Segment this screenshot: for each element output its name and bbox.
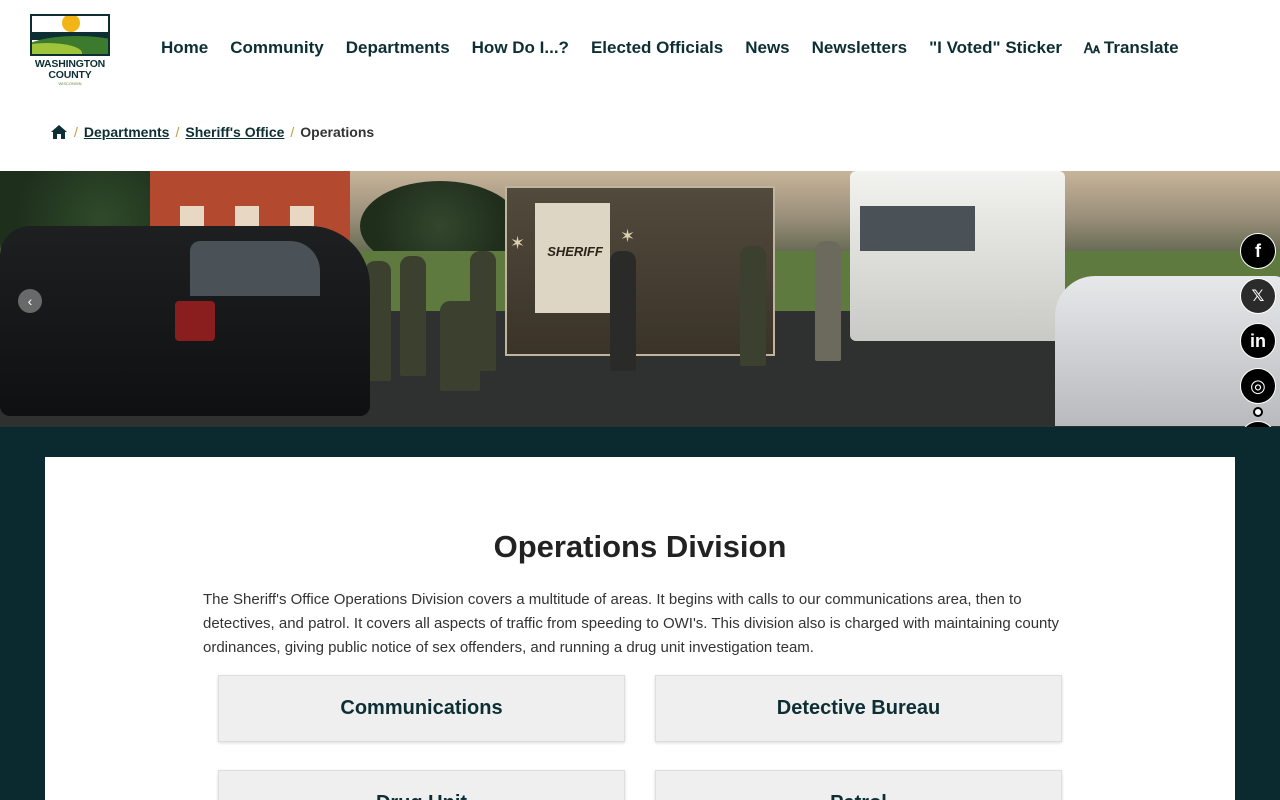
breadcrumb-separator: / [175, 124, 180, 140]
card-communications[interactable]: Communications [218, 675, 625, 742]
breadcrumb-sheriffs-office[interactable]: Sheriff's Office [185, 124, 284, 140]
page-title: Operations Division [493, 529, 787, 564]
nav-departments[interactable]: Departments [335, 38, 461, 58]
nav-community[interactable]: Community [219, 38, 335, 58]
card-patrol[interactable]: Patrol [655, 770, 1062, 800]
breadcrumb-departments[interactable]: Departments [84, 124, 170, 140]
breadcrumb-separator: / [290, 124, 295, 140]
nav-news[interactable]: News [734, 38, 800, 58]
x-icon[interactable]: 𝕏 [1240, 278, 1276, 314]
county-logo[interactable]: WASHINGTON COUNTY WISCONSIN [30, 14, 110, 86]
instagram-icon[interactable]: ◎ [1240, 368, 1276, 404]
breadcrumb: / Departments / Sheriff's Office / Opera… [50, 124, 374, 140]
site-header: WASHINGTON COUNTY WISCONSIN Home Communi… [0, 0, 1280, 100]
nav-elected-officials[interactable]: Elected Officials [580, 38, 734, 58]
main-nav: Home Community Departments How Do I...? … [150, 38, 1190, 58]
nav-i-voted-sticker[interactable]: "I Voted" Sticker [918, 38, 1073, 58]
card-detective-bureau[interactable]: Detective Bureau [655, 675, 1062, 742]
home-icon[interactable] [50, 124, 68, 140]
main-content: Operations Division The Sheriff's Office… [45, 457, 1235, 800]
logo-subtitle: WISCONSIN [58, 81, 82, 86]
breadcrumb-current: Operations [300, 124, 375, 140]
nav-translate[interactable]: 🗛 Translate [1073, 38, 1190, 58]
facebook-icon[interactable]: f [1240, 233, 1276, 269]
nav-translate-label: Translate [1103, 38, 1179, 57]
nav-how-do-i[interactable]: How Do I...? [461, 38, 580, 58]
chevron-left-icon: ‹ [27, 293, 33, 309]
intro-paragraph: The Sheriff's Office Operations Division… [203, 591, 1060, 656]
linkedin-icon[interactable]: in [1240, 323, 1276, 359]
carousel-prev-button[interactable]: ‹ [18, 289, 42, 313]
truck-sheriff-label: SHERIFF [547, 244, 603, 259]
hero-image: SHERIFF ✶ ✶ ‹ [0, 171, 1280, 427]
logo-mark-icon [30, 14, 110, 56]
logo-name: WASHINGTON COUNTY [34, 58, 106, 81]
nav-newsletters[interactable]: Newsletters [801, 38, 918, 58]
nav-home[interactable]: Home [150, 38, 219, 58]
breadcrumb-separator: / [74, 124, 78, 140]
translate-icon: 🗛 [1084, 40, 1100, 56]
carousel-indicator[interactable] [1253, 407, 1263, 417]
card-drug-unit[interactable]: Drug Unit [218, 770, 625, 800]
